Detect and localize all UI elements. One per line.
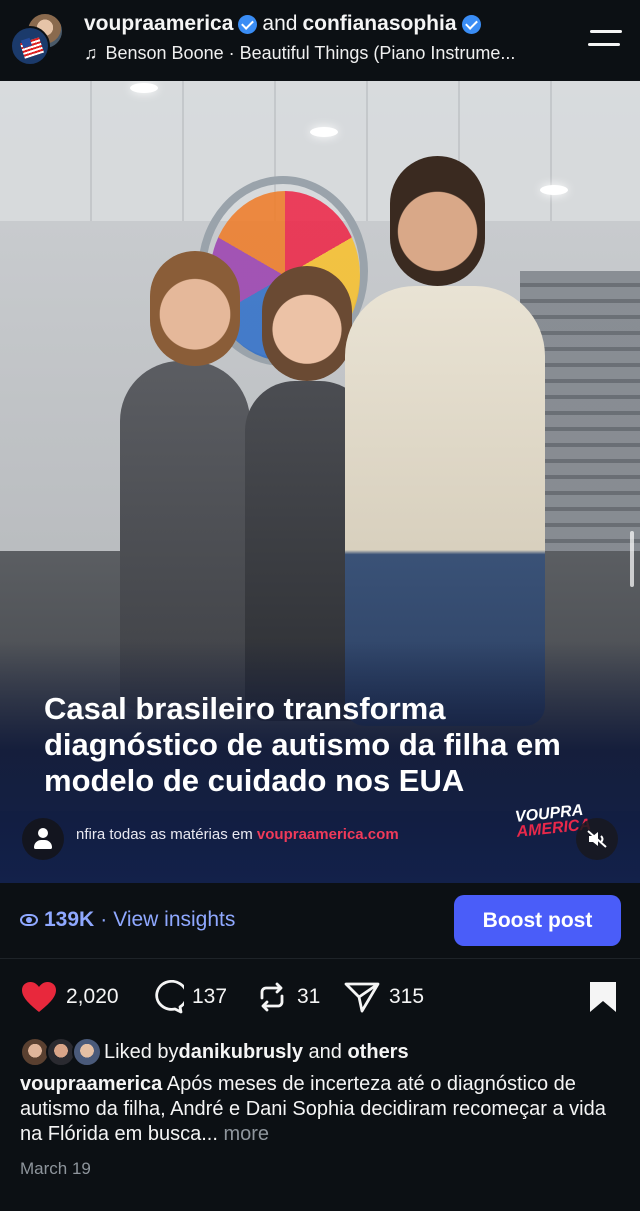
heart-icon	[22, 982, 56, 1012]
like-count: 2,020	[66, 985, 119, 1008]
author-avatars[interactable]	[10, 12, 66, 68]
eye-icon	[20, 914, 38, 926]
subline-text: nfira todas as matérias em	[76, 826, 257, 843]
repost-count: 31	[297, 985, 321, 1008]
post-caption: voupraamerica Após meses de incerteza at…	[20, 1072, 620, 1147]
author-joiner: and	[262, 12, 298, 35]
verified-badge-icon	[238, 14, 258, 34]
share-button[interactable]: 315	[343, 980, 424, 1014]
mute-button[interactable]	[576, 818, 618, 860]
divider	[0, 958, 640, 959]
post-media[interactable]: Casal brasileiro transforma diagnóstico …	[0, 81, 640, 883]
comment-button[interactable]: 137	[150, 980, 227, 1014]
music-title: Benson Boone · Beautiful Things (Piano I…	[105, 43, 516, 63]
music-info[interactable]: ♫ Benson Boone · Beautiful Things (Piano…	[84, 43, 584, 64]
repost-button[interactable]: 31	[255, 980, 320, 1014]
caption-username[interactable]: voupraamerica	[20, 1073, 162, 1095]
post-headline: Casal brasileiro transforma diagnóstico …	[44, 691, 561, 798]
tagged-users-button[interactable]	[22, 818, 64, 860]
ceiling-light	[540, 185, 568, 195]
avatar	[72, 1037, 102, 1067]
author-name[interactable]: voupraamerica	[84, 12, 233, 36]
caption-more-link[interactable]: more	[223, 1123, 269, 1145]
liked-by-user[interactable]: danikubrusly	[179, 1041, 303, 1064]
liked-by-prefix: Liked by	[104, 1040, 179, 1063]
girl-head	[262, 266, 352, 381]
boost-post-button[interactable]: Boost post	[454, 895, 621, 946]
music-note-icon: ♫	[84, 43, 98, 63]
post-date: March 19	[20, 1159, 91, 1178]
liked-by-others[interactable]: others	[347, 1041, 408, 1064]
save-button[interactable]	[588, 980, 618, 1019]
man-head	[390, 156, 485, 286]
post-subline: nfira todas as matérias em voupraamerica…	[76, 826, 399, 843]
view-insights-link[interactable]: 139K · View insights	[20, 908, 235, 932]
person-icon-body	[34, 840, 52, 849]
post-header: voupraamerica and confianasophia ♫ Benso…	[0, 0, 640, 80]
share-count: 315	[389, 985, 425, 1008]
scroll-indicator	[630, 531, 634, 587]
author-line: voupraamerica and confianasophia	[84, 12, 481, 36]
comment-icon	[155, 980, 184, 1014]
subline-site: voupraamerica.com	[256, 826, 399, 843]
coauthor-name[interactable]: confianasophia	[302, 12, 456, 36]
person-icon	[38, 828, 48, 838]
comment-count: 137	[192, 985, 228, 1008]
menu-line	[590, 30, 622, 33]
views-count: 139K	[44, 908, 95, 931]
menu-line	[588, 43, 620, 46]
insights-bar: 139K · View insights Boost post	[0, 883, 640, 958]
action-bar: 2,020 137 31 315	[0, 970, 640, 1026]
like-button[interactable]: 2,020	[20, 980, 119, 1014]
share-icon	[344, 982, 380, 1013]
woman-head	[150, 251, 240, 366]
ceiling-light	[310, 127, 338, 137]
bookmark-icon	[590, 982, 616, 1012]
avatar[interactable]	[10, 26, 50, 66]
insights-link-label: View insights	[113, 908, 236, 931]
repost-icon	[260, 982, 284, 1012]
ceiling-light	[130, 83, 158, 93]
insights-separator: ·	[100, 908, 108, 931]
menu-button[interactable]	[588, 28, 622, 50]
liked-by[interactable]: Liked by danikubrusly and others	[20, 1037, 409, 1067]
liked-by-middle: and	[302, 1040, 348, 1063]
liked-by-avatars	[20, 1037, 104, 1067]
mute-icon	[587, 830, 607, 848]
verified-badge-icon	[461, 14, 481, 34]
